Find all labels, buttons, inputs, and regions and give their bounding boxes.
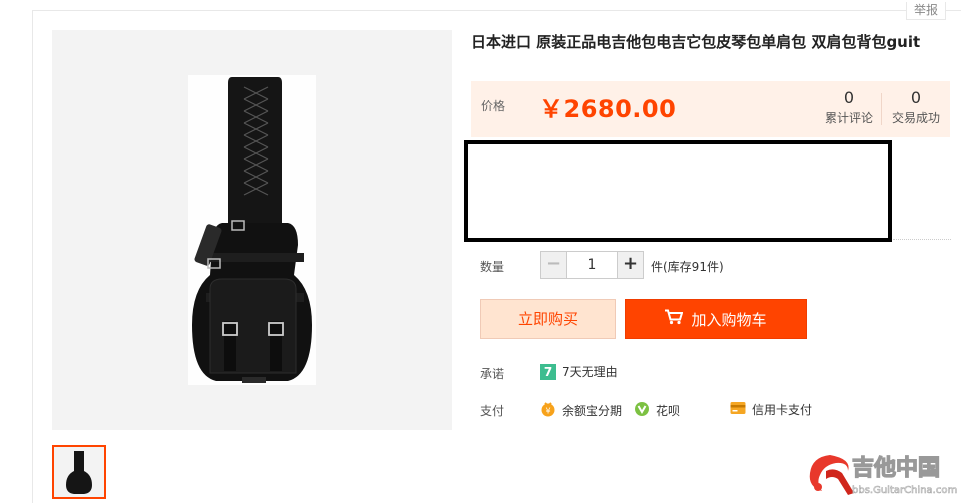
price-panel: 价格 ￥2680.00 0 累计评论 0 交易成功 xyxy=(471,81,950,137)
stat-divider xyxy=(881,93,882,125)
sales-count-label: 交易成功 xyxy=(891,111,940,125)
report-link[interactable]: 举报 xyxy=(906,2,946,20)
divider-line xyxy=(893,239,951,240)
seven-day-text: 7天无理由 xyxy=(562,365,618,379)
watermark-url: bbs.GuitarChina.com xyxy=(852,485,957,496)
review-count-label: 累计评论 xyxy=(824,111,873,125)
product-title: 日本进口 原装正品电吉他包电吉它包皮琴包单肩包 双肩包背包guit xyxy=(471,33,921,51)
main-product-image[interactable] xyxy=(52,30,452,430)
price-value: ￥2680.00 xyxy=(539,95,677,123)
redacted-box xyxy=(464,140,892,242)
yuebao-icon: ¥ xyxy=(540,401,556,420)
promise-label: 承诺 xyxy=(480,367,505,381)
yuebao-text: 余额宝分期 xyxy=(562,404,623,418)
stock-note: 件(库存91件) xyxy=(651,260,724,274)
credit-card-text: 信用卡支付 xyxy=(752,403,813,417)
svg-text:¥: ¥ xyxy=(545,407,550,416)
quantity-input[interactable]: 1 xyxy=(567,252,617,278)
quantity-stepper: − 1 + xyxy=(540,251,644,279)
thumbnail-selected[interactable] xyxy=(52,445,106,499)
seven-day-icon: 7 xyxy=(540,363,556,380)
add-to-cart-button[interactable]: 加入购物车 xyxy=(625,299,807,339)
quantity-label: 数量 xyxy=(480,260,505,274)
review-count-stat[interactable]: 0 累计评论 xyxy=(819,87,879,127)
payment-option-yuebao[interactable]: ¥ 余额宝分期 xyxy=(540,401,622,420)
payment-option-huabei[interactable]: 花呗 xyxy=(634,401,680,420)
huabei-icon xyxy=(634,401,650,420)
sales-count: 0 xyxy=(910,88,922,107)
buy-now-button[interactable]: 立即购买 xyxy=(480,299,616,339)
quantity-decrease-button[interactable]: − xyxy=(541,252,567,278)
guitarchina-watermark: 吉他中国 bbs.GuitarChina.com xyxy=(804,449,959,501)
payment-label: 支付 xyxy=(480,404,505,418)
add-to-cart-label: 加入购物车 xyxy=(691,310,767,329)
seven-day-return[interactable]: 7 7天无理由 xyxy=(540,363,618,380)
cart-icon xyxy=(665,309,684,329)
quantity-increase-button[interactable]: + xyxy=(617,252,643,278)
watermark-brand: 吉他中国 xyxy=(852,455,940,481)
payment-option-credit-card[interactable]: 信用卡支付 xyxy=(730,401,812,418)
guitar-bag-photo xyxy=(188,75,316,385)
price-label: 价格 xyxy=(481,99,506,113)
review-count: 0 xyxy=(843,88,855,107)
huabei-text: 花呗 xyxy=(656,404,681,418)
sales-count-stat[interactable]: 0 交易成功 xyxy=(886,87,946,127)
credit-card-icon xyxy=(730,401,746,418)
